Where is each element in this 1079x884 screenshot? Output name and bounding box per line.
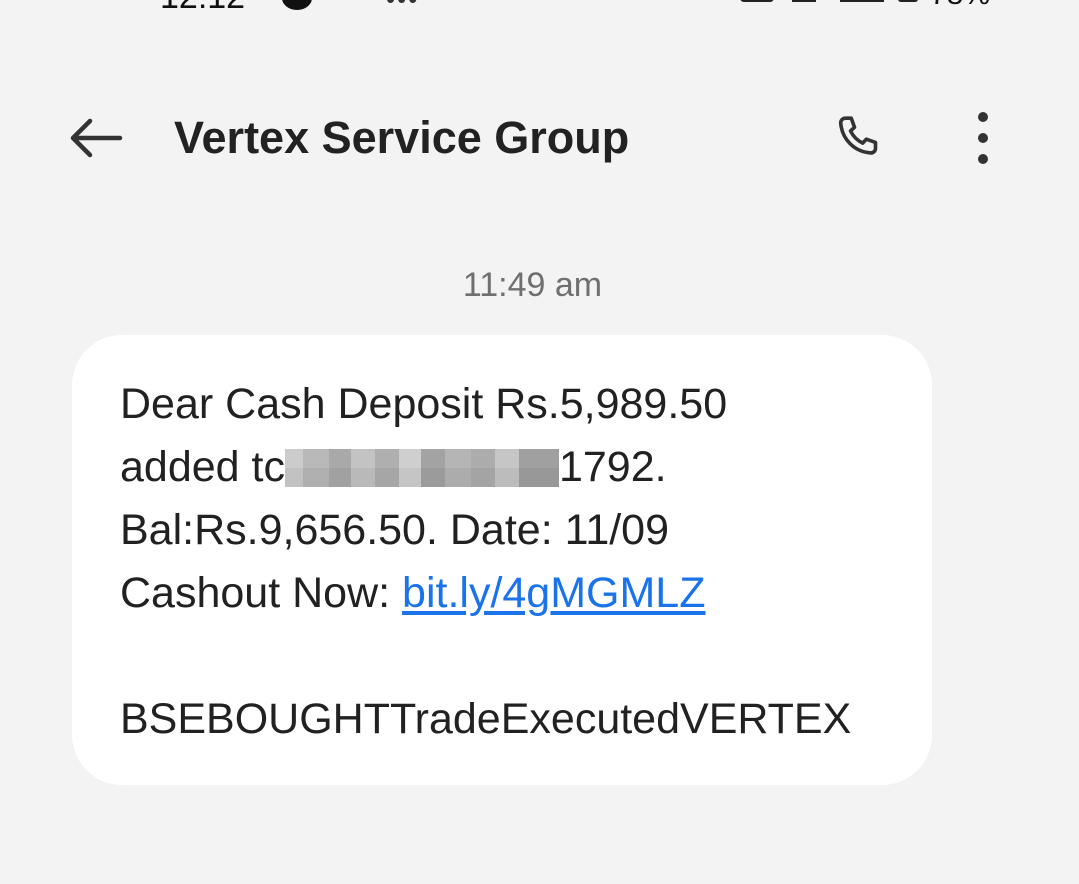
conversation-header: Vertex Service Group [0,96,1079,182]
more-options-button[interactable] [953,102,1013,174]
message-line-prefix: Cashout Now: [120,569,403,617]
redacted-account-number [284,449,559,487]
more-notifications-icon: ••• [386,0,419,14]
message-bubble[interactable]: Dear Cash Deposit Rs.5,989.50 added tc 17… [72,335,932,785]
message-line: BSEBOUGHTTradeExecutedVERTEX [120,695,852,743]
battery-icon [898,0,918,2]
call-button[interactable] [818,102,898,174]
message-line: Bal:Rs.9,656.50. Date: 11/09 [120,506,670,554]
message-line-prefix: added tc [120,443,285,491]
notification-icon [282,0,312,10]
message-text: Dear Cash Deposit Rs.5,989.50 added tc 17… [120,373,920,751]
message-line: Dear Cash Deposit Rs.5,989.50 [120,380,728,428]
more-vertical-icon [978,112,988,164]
battery-level: 78% [930,0,990,12]
status-time: 12:12 [160,0,245,14]
signal-icon [792,0,816,2]
message-timestamp: 11:49 am [462,266,603,304]
vibrate-icon [740,0,774,2]
arrow-left-icon [70,118,123,158]
back-button[interactable] [60,106,132,170]
message-line: added tc 1792. [120,436,920,499]
status-bar: 12:12 ••• 78% [0,0,1079,14]
contact-name: Vertex Service Group [174,112,630,163]
message-line: Cashout Now: bit.ly/4gMGMLZ [120,562,920,625]
message-line-suffix: 1792. [558,443,667,491]
wifi-icon [840,0,884,2]
message-link[interactable]: bit.ly/4gMGMLZ [402,569,705,617]
phone-icon [838,116,878,155]
